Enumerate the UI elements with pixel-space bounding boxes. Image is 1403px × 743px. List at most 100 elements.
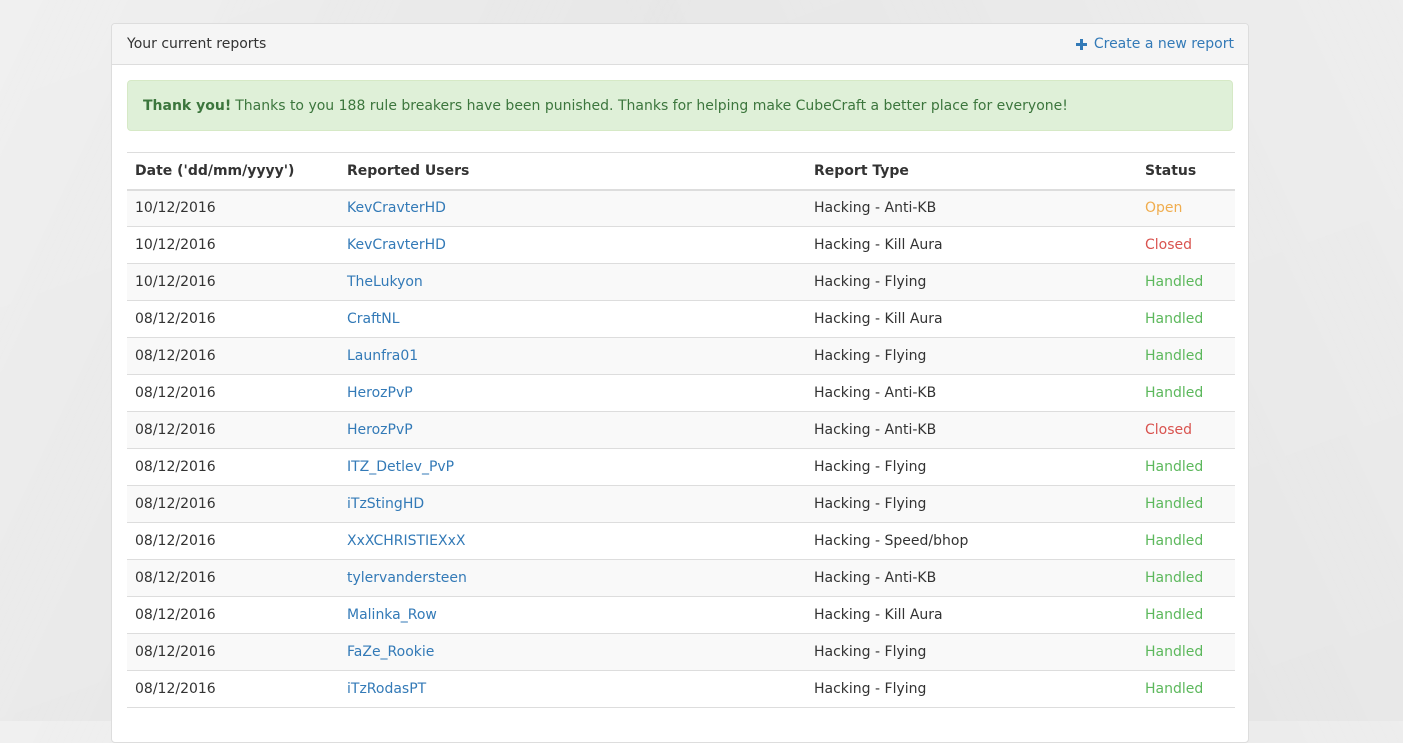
panel-title: Your current reports [127,36,267,52]
report-date: 08/12/2016 [135,311,216,327]
reported-user-link[interactable]: KevCravterHD [347,237,446,253]
alert-strong: Thank you! [143,97,232,114]
report-status: Handled [1145,644,1204,660]
table-row: 08/12/2016 iTzRodasPT Hacking - Flying Hand… [127,671,1235,708]
reported-user-link[interactable]: Launfra01 [347,348,418,364]
reported-user-link[interactable]: TheLukyon [347,274,423,290]
report-type: Hacking - Flying [814,274,927,290]
reported-user-link[interactable]: KevCravterHD [347,200,446,216]
report-status: Handled [1145,607,1204,623]
header-users: Reported Users [347,162,470,179]
report-type: Hacking - Flying [814,348,927,364]
reported-user-link[interactable]: XxXCHRISTIEXxX [347,533,466,549]
report-status: Open [1145,200,1183,217]
table-row: 08/12/2016 FaZe_Rookie Hacking - Flying Han… [127,633,1235,671]
reported-user-cell: KevCravterHD [339,227,806,264]
report-type: Hacking - Anti-KB [814,385,937,401]
reported-user-cell: iTzRodasPT [339,671,806,708]
report-type: Hacking - Speed/bhop [814,533,969,549]
table-row: 08/12/2016 ITZ_Detlev_PvP Hacking - Flying… [127,449,1235,486]
report-type: Hacking - Kill Aura [814,607,943,623]
reported-user-link[interactable]: iTzStingHD [347,496,424,512]
reported-user-link[interactable]: FaZe_Rookie [347,644,434,660]
report-type: Hacking - Anti-KB [814,422,937,438]
report-type: Hacking - Flying [814,681,927,697]
reported-user-cell: Malinka_Row [339,597,806,634]
report-status: Closed [1145,237,1193,253]
reported-user-cell: TheLukyon [339,264,806,301]
panel-body: Thank you! Thanks to you 188 rule breake… [112,65,1248,708]
plus-icon [1075,38,1087,50]
table-row: 08/12/2016 tylervandersteen Hacking - Anti… [127,559,1235,597]
table-row: 08/12/2016 HerozPvP Hacking - Anti-KB Handl… [127,375,1235,412]
reported-user-cell: HerozPvP [339,412,806,449]
report-status: Handled [1145,348,1204,364]
report-status: Handled [1145,533,1204,549]
table-row: 10/12/2016 KevCravterHD Hacking - Kill Aur… [127,227,1235,264]
reported-user-cell: HerozPvP [339,375,806,412]
reported-user-cell: FaZe_Rookie [339,634,806,671]
reported-user-link[interactable]: HerozPvP [347,385,413,401]
table-row: 10/12/2016 KevCravterHD Hacking - Anti-KB O… [127,189,1235,227]
header-type: Report Type [814,162,909,179]
report-date: 08/12/2016 [135,496,216,512]
report-status: Handled [1145,681,1204,697]
report-type: Hacking - Anti-KB [814,200,937,217]
table-row: 08/12/2016 XxXCHRISTIEXxX Hacking - Speed/… [127,523,1235,560]
reported-user-cell: iTzStingHD [339,486,806,523]
reported-user-cell: Launfra01 [339,338,806,375]
report-type: Hacking - Flying [814,459,927,475]
header-date: Date ('dd/mm/yyyy') [135,162,295,179]
table-row: 08/12/2016 iTzStingHD Hacking - Flying Hand… [127,485,1235,523]
report-type: Hacking - Kill Aura [814,237,943,253]
table-row: 08/12/2016 CraftNL Hacking - Kill Aura Hand… [127,301,1235,338]
panel-heading: Your current reports Create a new report [112,24,1248,65]
report-type: Hacking - Flying [814,644,927,660]
reported-user-link[interactable]: iTzRodasPT [347,681,426,697]
report-type: Hacking - Anti-KB [814,570,937,586]
report-date: 10/12/2016 [135,274,216,290]
reported-user-cell: CraftNL [339,301,806,338]
report-date: 08/12/2016 [135,644,216,660]
reports-table: Date ('dd/mm/yyyy') Reported Users Repor… [127,152,1235,708]
success-alert: Thank you! Thanks to you 188 rule breake… [127,80,1233,131]
report-date: 08/12/2016 [135,533,216,549]
reported-user-cell: KevCravterHD [339,190,806,227]
report-date: 08/12/2016 [135,385,216,401]
report-date: 08/12/2016 [135,570,216,586]
report-date: 10/12/2016 [135,200,216,217]
report-status: Handled [1145,311,1204,327]
report-status: Handled [1145,496,1204,512]
reported-user-link[interactable]: CraftNL [347,311,400,327]
report-status: Handled [1145,274,1204,290]
reported-user-cell: ITZ_Detlev_PvP [339,449,806,486]
reported-user-link[interactable]: HerozPvP [347,422,413,438]
reported-user-cell: XxXCHRISTIEXxX [339,523,806,560]
report-status: Handled [1145,459,1204,475]
report-type: Hacking - Kill Aura [814,311,943,327]
report-date: 10/12/2016 [135,237,216,253]
report-status: Handled [1145,385,1204,401]
header-status: Status [1145,162,1197,179]
report-date: 08/12/2016 [135,459,216,475]
reported-user-link[interactable]: Malinka_Row [347,607,437,623]
reported-user-link[interactable]: ITZ_Detlev_PvP [347,459,454,475]
report-date: 08/12/2016 [135,681,216,697]
report-date: 08/12/2016 [135,348,216,364]
table-row: 08/12/2016 Launfra01 Hacking - Flying Handl… [127,337,1235,375]
reports-panel: Your current reports Create a new report… [111,23,1249,743]
table-row: 08/12/2016 HerozPvP Hacking - Anti-KB Close… [127,411,1235,449]
create-report-link[interactable]: Create a new report [1075,36,1234,52]
table-header-row: Date ('dd/mm/yyyy') Reported Users Repor… [127,152,1235,190]
table-body: 10/12/2016 KevCravterHD Hacking - Anti-KB O… [127,189,1235,708]
create-report-label: Create a new report [1093,36,1234,52]
alert-message: Thanks to you 188 rule breakers have bee… [235,97,1068,114]
report-date: 08/12/2016 [135,607,216,623]
reported-user-cell: tylervandersteen [339,560,806,597]
report-status: Handled [1145,570,1204,586]
report-status: Closed [1145,422,1193,438]
report-type: Hacking - Flying [814,496,927,512]
reported-user-link[interactable]: tylervandersteen [347,570,467,586]
table-row: 10/12/2016 TheLukyon Hacking - Flying Handl… [127,263,1235,301]
report-date: 08/12/2016 [135,422,216,438]
